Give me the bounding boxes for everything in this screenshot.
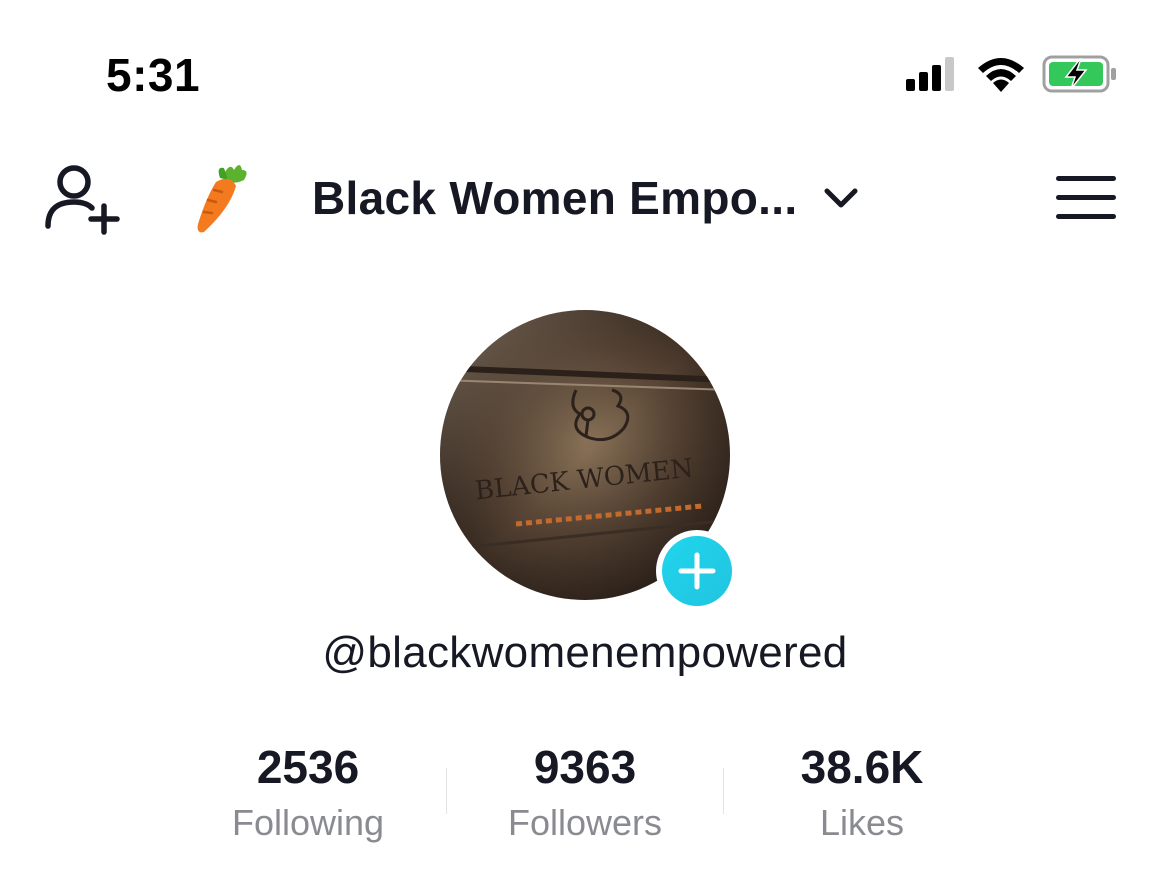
status-time: 5:31 bbox=[106, 49, 201, 101]
stat-value: 2536 bbox=[256, 741, 360, 793]
account-title: Black Women Empo... bbox=[312, 172, 798, 224]
stat-label: Followers bbox=[507, 802, 663, 843]
stat-label: Following bbox=[231, 802, 385, 843]
cellular-signal-icon bbox=[906, 57, 954, 91]
wifi-icon bbox=[978, 58, 1024, 92]
stat-value: 38.6K bbox=[800, 741, 924, 793]
account-switcher[interactable]: Black Women Empo... bbox=[312, 170, 859, 226]
battery-charging-icon bbox=[1042, 55, 1116, 93]
stat-following[interactable]: 2536 Following bbox=[170, 740, 446, 844]
carrot-icon bbox=[197, 165, 247, 233]
add-user-button[interactable] bbox=[42, 160, 122, 236]
person-add-icon bbox=[45, 165, 120, 235]
chevron-down-icon bbox=[824, 188, 858, 208]
stat-value: 9363 bbox=[533, 741, 637, 793]
stat-label: Likes bbox=[819, 802, 905, 843]
menu-button[interactable] bbox=[1054, 172, 1118, 224]
hamburger-menu-icon bbox=[1056, 176, 1116, 219]
carrot-emoji bbox=[190, 160, 250, 234]
username: @blackwomenempowered bbox=[322, 628, 848, 677]
add-badge bbox=[662, 536, 732, 606]
follow-add-button[interactable] bbox=[656, 530, 738, 612]
profile-stats: 2536 Following 9363 Followers 38.6K Like… bbox=[170, 740, 1000, 844]
profile-screen: 5:31 Black Women Empo... BLACK WOMEN @bl… bbox=[0, 0, 1170, 889]
stat-followers[interactable]: 9363 Followers bbox=[447, 740, 723, 844]
status-icons bbox=[906, 54, 1118, 94]
plus-icon bbox=[678, 552, 716, 590]
stat-likes[interactable]: 38.6K Likes bbox=[724, 740, 1000, 844]
